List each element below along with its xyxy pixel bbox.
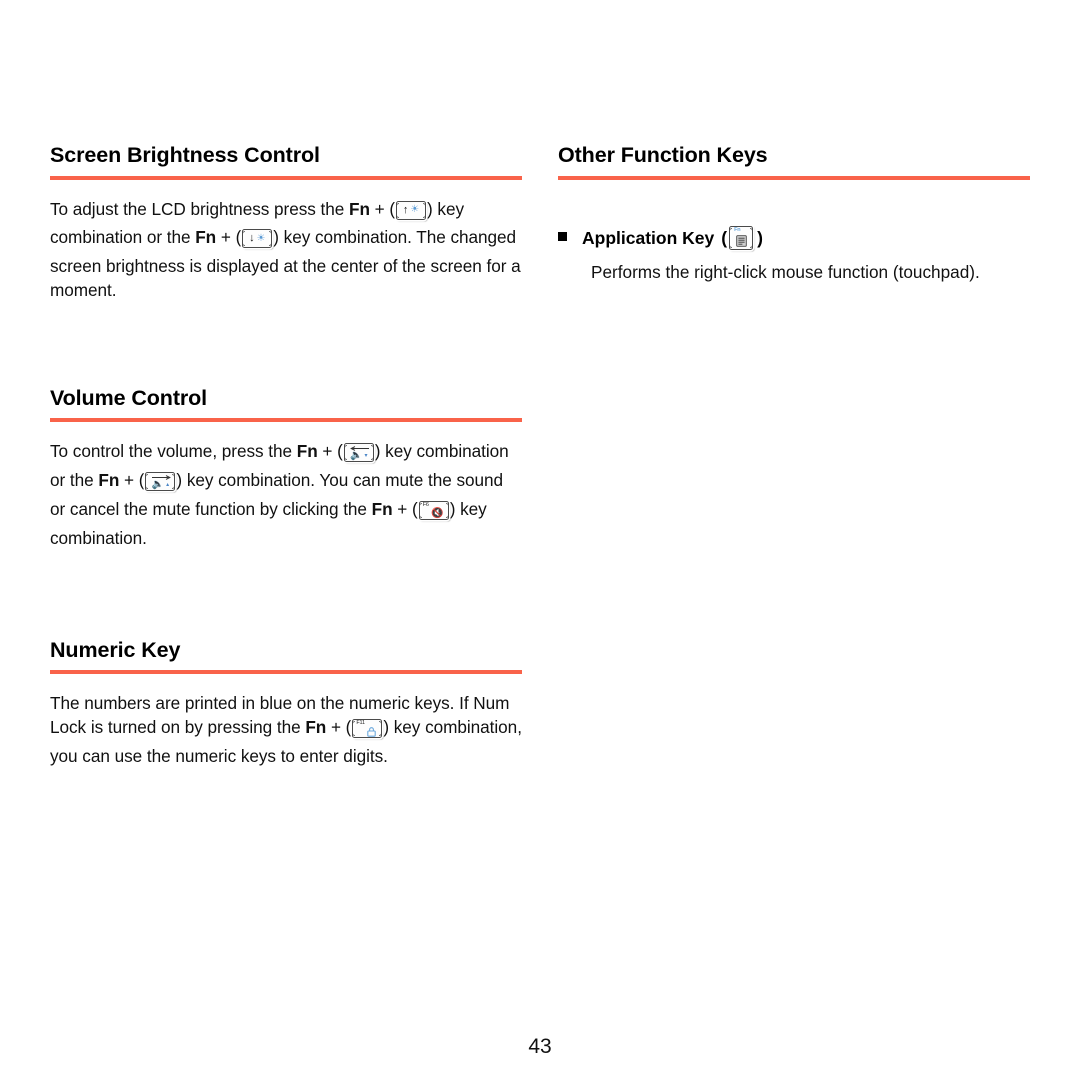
- speaker-icon: 🔈: [151, 478, 165, 490]
- text-segment: + (: [392, 498, 418, 519]
- right-column: Other Function Keys Application Key ( Fn: [558, 143, 1030, 284]
- page-title-numeric-key: Numeric Key: [50, 637, 181, 662]
- volume-down-marker: ▾: [364, 452, 368, 459]
- section-screen-brightness-control: Screen Brightness Control To adjust the …: [50, 143, 522, 303]
- num-lock-key-icon: F11: [352, 719, 383, 745]
- text-segment: + (: [216, 227, 242, 248]
- text-segment: + (: [119, 470, 145, 491]
- volume-up-marker: ▴: [166, 481, 170, 488]
- section-divider: [50, 670, 522, 675]
- application-key-label: Application Key: [582, 227, 715, 248]
- fn-key-label: Fn: [98, 470, 120, 491]
- application-key-icon: Fn: [729, 225, 754, 250]
- brightness-sun-icon: ☀: [410, 204, 420, 215]
- section-other-function-keys: Other Function Keys Application Key ( Fn: [558, 143, 1030, 284]
- application-key-label-row: Application Key ( Fn): [582, 225, 763, 250]
- section-divider: [50, 418, 522, 423]
- text-segment: To adjust the LCD brightness press the: [50, 198, 349, 219]
- brightness-up-key-icon: ↑ ☀: [396, 200, 427, 227]
- section-divider: [558, 175, 1030, 180]
- text-segment: + (: [326, 717, 352, 738]
- brightness-sun-icon: ☀: [256, 232, 266, 244]
- application-key-description: Performs the right-click mouse function …: [591, 261, 980, 282]
- text-segment: To control the volume, press the: [50, 441, 297, 462]
- left-column: Screen Brightness Control To adjust the …: [50, 143, 522, 786]
- page-title-volume-control: Volume Control: [50, 385, 208, 410]
- paragraph-screen-brightness: To adjust the LCD brightness press the F…: [50, 198, 522, 303]
- close-paren: ): [757, 227, 763, 248]
- arrow-up-icon: ↑: [402, 203, 409, 216]
- context-menu-icon: [735, 235, 747, 247]
- brightness-down-key-icon: ↓ ☀: [242, 229, 273, 255]
- speaker-icon: 🔈: [350, 449, 363, 461]
- section-volume-control: Volume Control To control the volume, pr…: [50, 385, 522, 551]
- arrow-down-icon: ↓: [249, 232, 255, 245]
- page-title-screen-brightness-control: Screen Brightness Control: [50, 143, 320, 167]
- fn-key-label: Fn: [195, 227, 217, 248]
- page-title-other-function-keys: Other Function Keys: [558, 143, 768, 167]
- paragraph-volume-control: To control the volume, press the Fn + (🔈…: [50, 440, 522, 550]
- mute-speaker-icon: 🔇: [431, 507, 444, 519]
- bullet-square-icon: [558, 231, 567, 241]
- document-page: Screen Brightness Control To adjust the …: [0, 0, 1080, 1080]
- fn-key-label: Fn: [371, 498, 393, 519]
- volume-down-key-icon: 🔈 ▾: [343, 443, 374, 469]
- text-segment: + (: [317, 441, 343, 462]
- num-lock-padlock-icon: [367, 727, 377, 737]
- fn-key-label: Fn: [305, 717, 327, 738]
- fn-key-label: Fn: [296, 441, 318, 462]
- section-numeric-key: Numeric Key The numbers are printed in b…: [50, 637, 522, 769]
- paragraph-numeric-key: The numbers are printed in blue on the n…: [50, 692, 522, 768]
- volume-up-key-icon: 🔈 ▴: [145, 472, 176, 498]
- fn-key-label: Fn: [349, 198, 370, 219]
- mute-key-icon: F6 🔇: [418, 500, 449, 527]
- page-number: 43: [528, 1035, 552, 1058]
- list-item-application-key: Application Key ( Fn): [558, 225, 1030, 250]
- text-segment: + (: [369, 198, 396, 219]
- section-divider: [50, 175, 522, 180]
- open-paren: (: [721, 227, 728, 248]
